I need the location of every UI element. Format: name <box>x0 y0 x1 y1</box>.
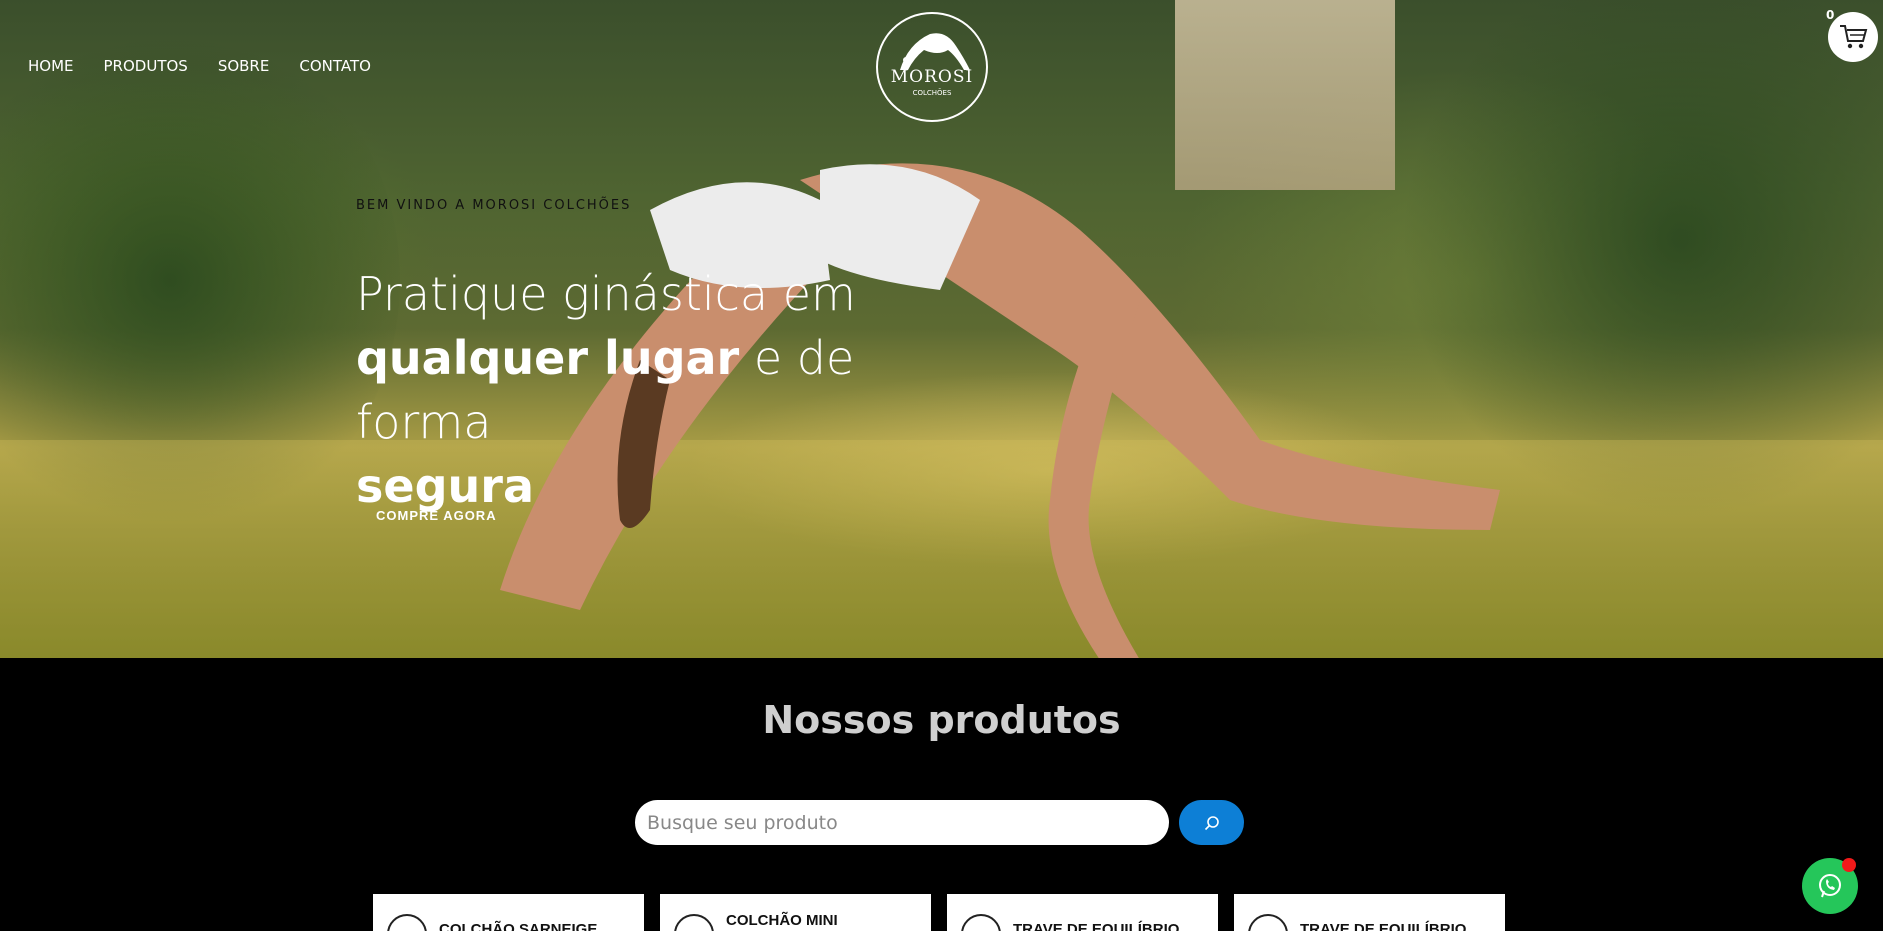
cart-icon <box>1840 25 1868 49</box>
product-logo-icon <box>961 914 1001 931</box>
nav-item-sobre[interactable]: SOBRE <box>218 57 270 75</box>
whatsapp-icon <box>1819 874 1841 898</box>
headline-part-1: Pratique ginástica em <box>356 267 856 321</box>
shop-now-button[interactable]: COMPRE AGORA <box>356 498 517 533</box>
product-logo-icon <box>1248 914 1288 931</box>
product-name: COLCHÃO MINI SARNEIGE <box>726 912 838 931</box>
main-nav: HOME PRODUTOS SOBRE CONTATO <box>28 57 371 75</box>
hero-headline: Pratique ginástica em qualquer lugar e d… <box>356 262 976 518</box>
search-button[interactable] <box>1179 800 1244 845</box>
cart-count-badge: 0 <box>1826 8 1835 22</box>
nav-item-home[interactable]: HOME <box>28 57 74 75</box>
nav-item-produtos[interactable]: PRODUTOS <box>104 57 188 75</box>
hero-kicker: BEM VINDO A MOROSI COLCHÕES <box>356 198 632 213</box>
gymnast-logo-icon <box>900 33 970 70</box>
product-card[interactable]: TRAVE DE EQUILÍBRIO <box>947 894 1218 931</box>
headline-bold-1: qualquer lugar <box>356 331 740 385</box>
product-logo-icon <box>674 914 714 931</box>
product-name: COLCHÃO SARNEIGE <box>439 920 598 931</box>
product-card[interactable]: TRAVE DE EQUILÍBRIO <box>1234 894 1505 931</box>
brand-logo[interactable]: MOROSI COLCHÕES <box>876 12 988 122</box>
product-search-input[interactable] <box>635 800 1169 845</box>
notification-dot <box>1842 858 1856 872</box>
product-logo-icon <box>387 914 427 931</box>
product-card[interactable]: COLCHÃO MINI SARNEIGE <box>660 894 931 931</box>
search-icon <box>1204 815 1219 830</box>
product-list: COLCHÃO SARNEIGE COLCHÃO MINI SARNEIGE T… <box>373 894 1505 931</box>
products-section-title: Nossos produtos <box>762 698 1121 742</box>
product-name: TRAVE DE EQUILÍBRIO <box>1300 920 1467 931</box>
logo-subtitle: COLCHÕES <box>912 89 952 97</box>
product-name: TRAVE DE EQUILÍBRIO <box>1013 920 1180 931</box>
product-card[interactable]: COLCHÃO SARNEIGE <box>373 894 644 931</box>
cart-button[interactable] <box>1828 12 1878 62</box>
nav-item-contato[interactable]: CONTATO <box>299 57 371 75</box>
